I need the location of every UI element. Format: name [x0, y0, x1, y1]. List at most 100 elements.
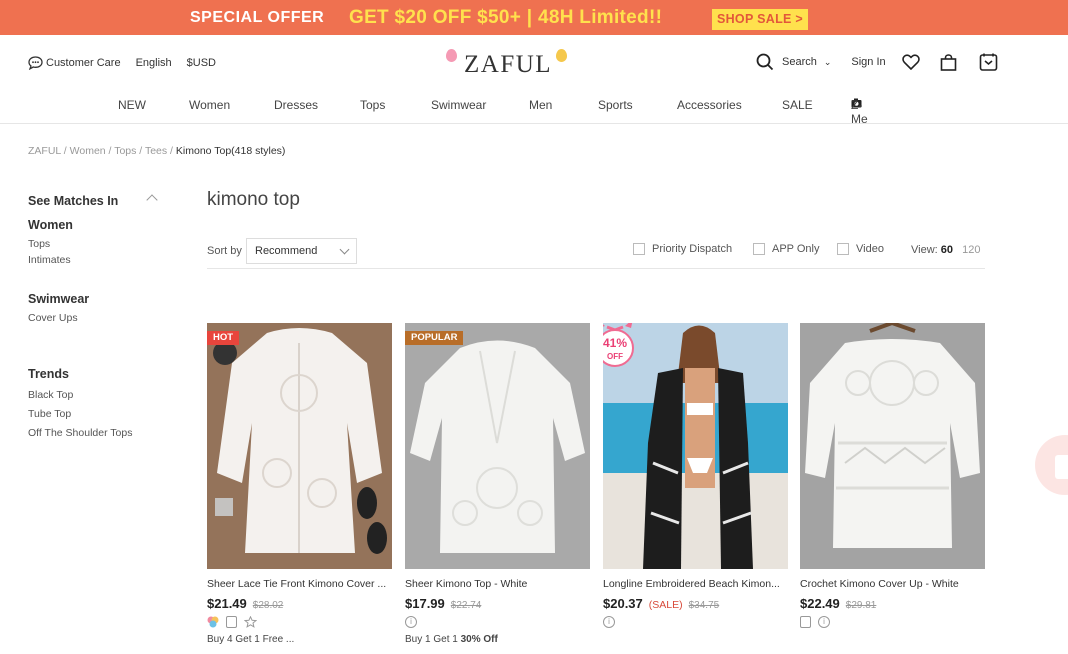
nav-item-dresses[interactable]: Dresses — [274, 98, 318, 112]
header-utilities: Customer Care English $USD — [28, 56, 231, 70]
info-icon[interactable]: i — [603, 616, 615, 628]
app-only-icon — [226, 616, 237, 628]
sidebar-link-tube-top[interactable]: Tube Top — [28, 408, 133, 420]
breadcrumb-current: Kimono Top(418 styles) — [175, 145, 286, 157]
product-name[interactable]: Sheer Kimono Top - White — [405, 578, 527, 590]
checkbox[interactable] — [837, 243, 849, 255]
sort-dropdown[interactable]: Recommend — [246, 238, 357, 264]
promo-banner[interactable]: SPECIAL OFFER GET $20 OFF $50+ | 48H Lim… — [0, 0, 1068, 35]
wishlist-button[interactable] — [901, 54, 920, 70]
sort-by-label: Sort by — [207, 245, 242, 257]
discount-off-label: OFF — [607, 352, 623, 361]
filter-priority-dispatch[interactable]: Priority Dispatch — [633, 243, 732, 255]
star-icon[interactable] — [244, 616, 257, 628]
original-price: $22.74 — [450, 600, 482, 611]
view-option-selected[interactable]: 60 — [941, 244, 953, 256]
zaful-logo[interactable]: ZAFUL — [444, 46, 574, 78]
breadcrumb-link[interactable]: Women — [70, 145, 106, 157]
nav-item-z-me[interactable]: Z-Me — [851, 98, 871, 126]
sidebar-group-title[interactable]: Swimwear — [28, 292, 89, 306]
main-nav: NEW Women Dresses Tops Swimwear Men Spor… — [0, 98, 1068, 126]
nav-item-new[interactable]: NEW — [118, 98, 146, 112]
promo-deal-text: GET $20 OFF $50+ | 48H Limited!! — [349, 7, 663, 28]
filter-label: Video — [856, 243, 884, 255]
info-icon[interactable]: i — [818, 616, 830, 628]
shopping-bag-icon — [940, 53, 956, 71]
discount-badge-text: 41% OFF — [603, 337, 637, 363]
view-label: View: — [911, 244, 938, 256]
app-only-icon — [800, 616, 811, 628]
sign-in-link[interactable]: Sign In — [851, 56, 885, 68]
sidebar-group-title[interactable]: Women — [28, 218, 73, 232]
breadcrumb-link[interactable]: Tees — [145, 145, 167, 157]
filter-label: APP Only — [772, 243, 820, 255]
currency-selector[interactable]: $USD — [187, 57, 216, 69]
header-actions: Search ⌄ Sign In — [756, 53, 998, 71]
sale-tag: (SALE) — [648, 599, 683, 611]
product-name[interactable]: Sheer Lace Tie Front Kimono Cover ... — [207, 578, 386, 590]
view-option[interactable]: 120 — [962, 244, 980, 256]
chevron-up-icon[interactable] — [146, 194, 158, 206]
product-image[interactable] — [800, 323, 985, 569]
page-title: kimono top — [207, 189, 300, 210]
product-name[interactable]: Crochet Kimono Cover Up - White — [800, 578, 959, 590]
search-toggle[interactable]: Search ⌄ — [756, 53, 831, 71]
promotion-text[interactable]: Buy 1 Get 1 30% Off — [405, 634, 498, 645]
floating-gift-icon[interactable] — [1025, 425, 1068, 505]
product-icons: i — [405, 616, 424, 628]
sidebar-link-intimates[interactable]: Intimates — [28, 254, 73, 266]
sidebar-group-swimwear: Swimwear Cover Ups — [28, 292, 89, 324]
nav-item-sale[interactable]: SALE — [782, 98, 813, 112]
checkbox[interactable] — [753, 243, 765, 255]
breadcrumb-link[interactable]: Tops — [114, 145, 136, 157]
sidebar-link-off-shoulder[interactable]: Off The Shoulder Tops — [28, 427, 133, 439]
filter-video[interactable]: Video — [837, 243, 884, 255]
nav-divider — [0, 123, 1068, 124]
promo-special-label: SPECIAL OFFER — [190, 9, 325, 26]
customer-care-link[interactable]: Customer Care — [28, 56, 121, 70]
filter-app-only[interactable]: APP Only — [753, 243, 820, 255]
product-image[interactable]: HOT — [207, 323, 392, 569]
product-name[interactable]: Longline Embroidered Beach Kimon... — [603, 578, 780, 590]
search-label: Search — [782, 56, 817, 68]
sidebar-link-black-top[interactable]: Black Top — [28, 389, 133, 401]
checkbox[interactable] — [633, 243, 645, 255]
product-icons: i — [800, 616, 837, 628]
product-price: $22.49 $29.81 — [800, 596, 876, 611]
product-badge: HOT — [207, 331, 240, 345]
original-price: $28.02 — [252, 600, 284, 611]
sidebar-link-tops[interactable]: Tops — [28, 238, 73, 250]
info-icon[interactable]: i — [405, 616, 417, 628]
heart-icon — [901, 54, 920, 70]
product-image[interactable]: POPULAR — [405, 323, 590, 569]
sidebar-title: See Matches In — [28, 194, 119, 208]
chevron-down-icon: ⌄ — [823, 56, 832, 67]
nav-item-women[interactable]: Women — [189, 98, 230, 112]
sidebar-link-cover-ups[interactable]: Cover Ups — [28, 312, 89, 324]
current-price: $17.99 — [405, 596, 445, 611]
chevron-down-icon — [339, 244, 350, 255]
promotion-text[interactable]: Buy 4 Get 1 Free ... — [207, 634, 294, 645]
bag-button[interactable] — [940, 53, 957, 71]
color-swatch-icon[interactable] — [207, 616, 219, 628]
current-price: $22.49 — [800, 596, 840, 611]
nav-item-sports[interactable]: Sports — [598, 98, 633, 112]
nav-item-tops[interactable]: Tops — [360, 98, 385, 112]
nav-item-men[interactable]: Men — [529, 98, 552, 112]
nav-item-accessories[interactable]: Accessories — [677, 98, 742, 112]
app-button[interactable] — [979, 53, 998, 71]
sidebar-group-title[interactable]: Trends — [28, 367, 133, 381]
customer-care-label: Customer Care — [46, 57, 121, 69]
sidebar-group-trends: Trends Black Top Tube Top Off The Should… — [28, 367, 133, 439]
discount-percent: 41% — [603, 336, 628, 350]
breadcrumb-link[interactable]: ZAFUL — [28, 145, 61, 157]
logo-wordmark: ZAFUL — [464, 51, 553, 78]
language-selector[interactable]: English — [136, 57, 172, 69]
product-image[interactable]: 41% OFF — [603, 323, 788, 569]
shop-sale-button[interactable]: SHOP SALE > — [712, 9, 808, 30]
product-price: $20.37 (SALE) $34.75 — [603, 596, 719, 611]
sort-value: Recommend — [255, 245, 318, 257]
nav-item-swimwear[interactable]: Swimwear — [431, 98, 486, 112]
sidebar-group-women: Women Tops Intimates — [28, 218, 73, 266]
app-download-icon — [979, 53, 997, 71]
